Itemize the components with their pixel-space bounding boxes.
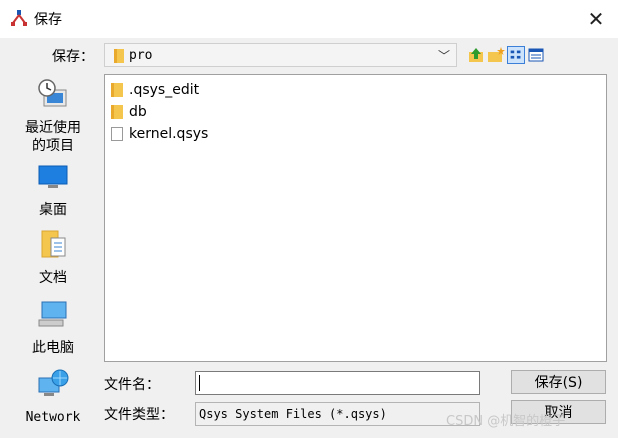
place-network-label: Network xyxy=(25,410,81,425)
desktop-icon xyxy=(38,165,68,188)
close-button[interactable]: ✕ xyxy=(578,4,614,34)
filetype-dropdown[interactable]: Qsys System Files (*.qsys) xyxy=(195,402,480,426)
filetype-label: 文件类型： xyxy=(104,407,174,423)
places-sidebar: 最近使用 的项目 桌面 文档 此电脑 Network xyxy=(8,74,98,426)
place-desktop-label: 桌面 xyxy=(39,202,67,218)
place-documents[interactable]: 文档 xyxy=(8,228,98,287)
file-list[interactable]: .qsys_edit db kernel.qsys xyxy=(104,74,607,362)
computer-icon xyxy=(38,301,67,327)
file-icon xyxy=(111,127,123,141)
save-in-label: 保存： xyxy=(52,49,94,65)
list-item[interactable]: kernel.qsys xyxy=(111,123,208,145)
text-caret xyxy=(199,375,200,391)
file-name: kernel.qsys xyxy=(129,126,209,142)
documents-icon xyxy=(41,230,66,258)
folder-icon xyxy=(111,83,123,97)
folder-icon xyxy=(111,105,123,119)
place-documents-label: 文档 xyxy=(39,270,67,286)
save-in-dropdown[interactable]: pro ﹀ xyxy=(104,43,457,67)
list-item[interactable]: .qsys_edit xyxy=(111,79,199,101)
list-view-icon[interactable] xyxy=(507,46,525,64)
place-desktop[interactable]: 桌面 xyxy=(8,160,98,219)
list-item[interactable]: db xyxy=(111,101,147,123)
filename-label: 文件名： xyxy=(104,377,160,393)
file-name: db xyxy=(129,104,147,120)
new-folder-icon[interactable] xyxy=(487,46,505,64)
place-recent-label: 最近使用 的项目 xyxy=(25,120,81,154)
filetype-value: Qsys System Files (*.qsys) xyxy=(199,407,387,421)
window-title: 保存 xyxy=(34,12,62,28)
up-folder-icon[interactable] xyxy=(467,46,485,64)
file-name: .qsys_edit xyxy=(129,82,200,98)
folder-icon xyxy=(114,49,124,63)
close-icon: ✕ xyxy=(587,7,605,31)
chevron-down-icon: ﹀ xyxy=(437,49,450,63)
title-bar: 保存 ✕ xyxy=(0,0,618,38)
save-button[interactable]: 保存(S) xyxy=(511,370,606,394)
place-computer-label: 此电脑 xyxy=(32,340,74,356)
filename-input[interactable] xyxy=(195,371,480,395)
place-recent[interactable]: 最近使用 的项目 xyxy=(8,78,98,155)
place-computer[interactable]: 此电脑 xyxy=(8,298,98,357)
recent-items-icon xyxy=(38,79,67,107)
current-folder-text: pro xyxy=(129,48,153,63)
app-icon xyxy=(11,10,27,26)
place-network[interactable]: Network xyxy=(8,368,98,427)
watermark: CSDN @机智的橙子 xyxy=(446,414,566,429)
network-icon xyxy=(38,369,69,396)
details-view-icon[interactable] xyxy=(527,46,545,64)
